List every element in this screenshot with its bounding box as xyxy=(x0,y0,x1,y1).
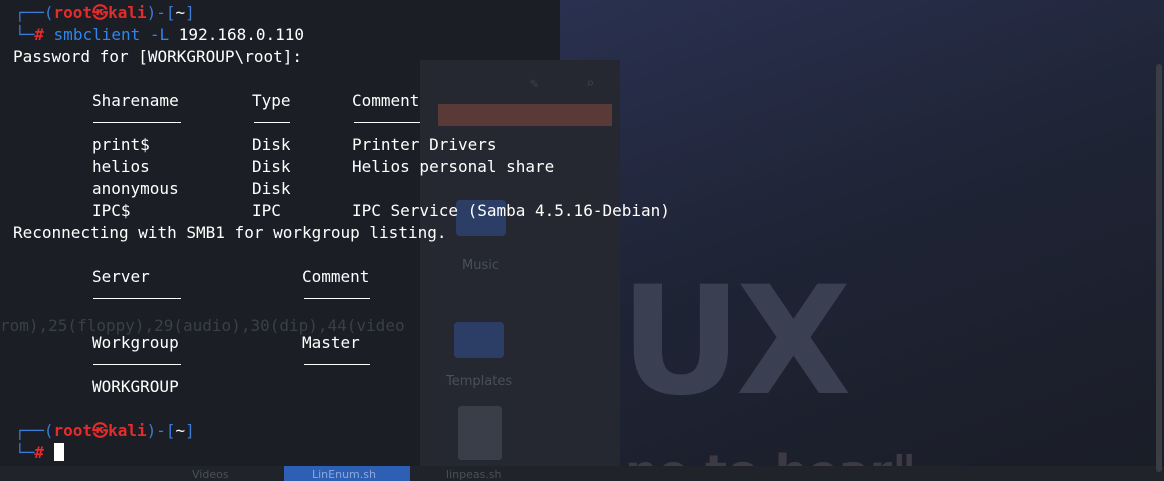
command-flag: -L xyxy=(149,25,170,44)
servers-underline-comment xyxy=(304,298,370,299)
prompt-user: root xyxy=(53,3,93,22)
servers-underline-server xyxy=(93,298,181,299)
prompt-hash: # xyxy=(34,25,44,44)
prompt-command-line: └─# smbclient -L 192.168.0.110 xyxy=(15,25,305,44)
servers-header-comment: Comment xyxy=(302,267,370,286)
prompt-hash: # xyxy=(34,443,44,462)
prompt-host: kali xyxy=(108,421,147,440)
prompt-header: ┌──(root㉿kali)-[~] xyxy=(15,3,195,22)
prompt-dir: ~ xyxy=(175,421,186,440)
workgroups-header-workgroup: Workgroup xyxy=(92,333,179,352)
reconnect-message: Reconnecting with SMB1 for workgroup lis… xyxy=(13,223,447,242)
workgroups-underline-workgroup xyxy=(93,364,181,365)
skull-icon: ㉿ xyxy=(92,3,109,22)
share-type: Disk xyxy=(252,157,291,176)
password-prompt: Password for [WORKGROUP\root]: xyxy=(13,47,302,66)
share-name: helios xyxy=(92,157,150,176)
share-type: Disk xyxy=(252,135,291,154)
shares-header-type: Type xyxy=(252,91,291,110)
prompt-input-line[interactable]: └─# xyxy=(15,442,64,464)
text-cursor xyxy=(53,443,64,461)
terminal-output[interactable]: ┌──(root㉿kali)-[~] └─# smbclient -L 192.… xyxy=(0,0,1164,481)
share-name: print$ xyxy=(92,135,150,154)
share-comment: IPC Service (Samba 4.5.16-Debian) xyxy=(352,201,670,220)
workgroups-underline-master xyxy=(304,364,370,365)
prompt-host: kali xyxy=(108,3,147,22)
workgroups-header-master: Master xyxy=(302,333,360,352)
command-name: smbclient xyxy=(53,25,141,44)
share-type: Disk xyxy=(252,179,291,198)
shares-underline-sharename xyxy=(93,122,181,123)
prompt-header: ┌──(root㉿kali)-[~] xyxy=(15,421,195,440)
share-name: anonymous xyxy=(92,179,179,198)
shares-header-sharename: Sharename xyxy=(92,91,179,110)
servers-header-server: Server xyxy=(92,267,150,286)
share-comment: Printer Drivers xyxy=(352,135,497,154)
share-type: IPC xyxy=(252,201,281,220)
shares-header-comment: Comment xyxy=(352,91,420,110)
share-name: IPC$ xyxy=(92,201,131,220)
workgroup-name: WORKGROUP xyxy=(92,377,179,396)
shares-underline-comment xyxy=(354,122,420,123)
skull-icon: ㉿ xyxy=(92,421,109,440)
share-comment: Helios personal share xyxy=(352,157,555,176)
prompt-user: root xyxy=(53,421,93,440)
prompt-dir: ~ xyxy=(175,3,186,22)
shares-underline-type xyxy=(254,122,290,123)
command-arg: 192.168.0.110 xyxy=(178,25,305,44)
